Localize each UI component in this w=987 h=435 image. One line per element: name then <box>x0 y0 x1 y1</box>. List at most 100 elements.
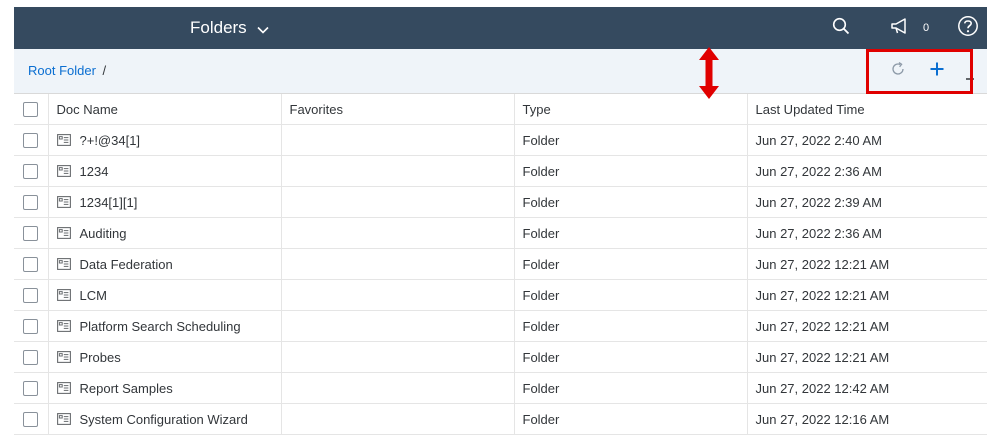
row-checkbox[interactable] <box>23 133 39 149</box>
favorites-cell <box>281 217 515 249</box>
highlight-box <box>866 49 973 94</box>
last-updated-cell: Jun 27, 2022 12:42 AM <box>747 372 987 404</box>
row-select-cell <box>14 155 49 187</box>
table-body: ?+!@34[1] Folder Jun 27, 2022 2:40 AM 1234 F… <box>14 124 987 435</box>
type-cell: Folder <box>514 372 748 404</box>
row-checkbox[interactable] <box>23 257 39 273</box>
table-row[interactable]: ?+!@34[1] Folder Jun 27, 2022 2:40 AM <box>14 124 987 156</box>
doc-name-cell[interactable]: Report Samples <box>48 372 282 404</box>
doc-name[interactable]: System Configuration Wizard <box>80 412 248 427</box>
table-row[interactable]: Data Federation Folder Jun 27, 2022 12:21 … <box>14 248 987 280</box>
doc-name-cell[interactable]: Platform Search Scheduling <box>48 310 282 342</box>
app-shell: Folders 0 Root Folder / Doc Name Favorit… <box>14 0 987 435</box>
favorites-cell <box>281 279 515 311</box>
table-row[interactable]: Auditing Folder Jun 27, 2022 2:36 AM <box>14 217 987 249</box>
select-all-cell <box>14 94 49 125</box>
favorites-cell <box>281 341 515 373</box>
row-select-cell <box>14 310 49 342</box>
row-select-cell <box>14 217 49 249</box>
breadcrumb-root-link[interactable]: Root Folder <box>28 63 96 78</box>
breadcrumb-bar: Root Folder / <box>14 49 987 94</box>
notification-count: 0 <box>923 22 930 34</box>
folder-doc-icon <box>56 134 71 146</box>
doc-name-cell[interactable]: ?+!@34[1] <box>48 124 282 156</box>
row-checkbox[interactable] <box>23 195 39 211</box>
table-row[interactable]: 1234[1][1] Folder Jun 27, 2022 2:39 AM <box>14 186 987 218</box>
doc-name-cell[interactable]: LCM <box>48 279 282 311</box>
table-header-row: Doc Name Favorites Type Last Updated Tim… <box>14 94 987 125</box>
table-row[interactable]: LCM Folder Jun 27, 2022 12:21 AM <box>14 279 987 311</box>
table-row[interactable]: Platform Search Scheduling Folder Jun 27, … <box>14 310 987 342</box>
row-select-cell <box>14 124 49 156</box>
folder-doc-icon <box>56 289 71 301</box>
row-checkbox[interactable] <box>23 319 39 335</box>
type-cell: Folder <box>514 124 748 156</box>
doc-name[interactable]: Probes <box>80 350 121 365</box>
doc-name-cell[interactable]: Auditing <box>48 217 282 249</box>
column-header-favorites[interactable]: Favorites <box>281 94 515 125</box>
page-title: Folders <box>190 18 247 37</box>
table-row[interactable]: Report Samples Folder Jun 27, 2022 12:42 A… <box>14 372 987 404</box>
search-button[interactable] <box>832 7 850 49</box>
doc-name[interactable]: 1234 <box>80 164 109 179</box>
doc-name[interactable]: 1234[1][1] <box>80 195 138 210</box>
table-row[interactable]: 1234 Folder Jun 27, 2022 2:36 AM <box>14 155 987 187</box>
row-select-cell <box>14 341 49 373</box>
help-button[interactable] <box>957 7 979 49</box>
doc-name[interactable]: ?+!@34[1] <box>80 133 141 148</box>
favorites-cell <box>281 372 515 404</box>
select-all-checkbox[interactable] <box>23 102 39 118</box>
last-updated-cell: Jun 27, 2022 12:21 AM <box>747 279 987 311</box>
last-updated-cell: Jun 27, 2022 12:21 AM <box>747 310 987 342</box>
doc-name-cell[interactable]: Probes <box>48 341 282 373</box>
folder-doc-icon <box>56 382 71 394</box>
favorites-cell <box>281 403 515 435</box>
favorites-cell <box>281 155 515 187</box>
megaphone-icon <box>890 17 912 40</box>
folder-doc-icon <box>56 413 71 425</box>
last-updated-cell: Jun 27, 2022 12:16 AM <box>747 403 987 435</box>
row-checkbox[interactable] <box>23 164 39 180</box>
type-cell: Folder <box>514 279 748 311</box>
row-select-cell <box>14 279 49 311</box>
search-icon <box>832 17 850 40</box>
notifications-button[interactable] <box>890 7 912 49</box>
column-header-type[interactable]: Type <box>514 94 748 125</box>
row-select-cell <box>14 403 49 435</box>
last-updated-cell: Jun 27, 2022 2:39 AM <box>747 186 987 218</box>
row-checkbox[interactable] <box>23 350 39 366</box>
table-row[interactable]: System Configuration Wizard Folder Jun 27,… <box>14 403 987 435</box>
row-checkbox[interactable] <box>23 288 39 304</box>
doc-name[interactable]: Data Federation <box>80 257 173 272</box>
doc-name[interactable]: LCM <box>80 288 107 303</box>
breadcrumb-separator: / <box>102 63 107 78</box>
column-header-last-updated[interactable]: Last Updated Time <box>747 94 987 125</box>
favorites-cell <box>281 124 515 156</box>
folders-title-dropdown[interactable]: Folders <box>190 7 269 49</box>
doc-name[interactable]: Report Samples <box>80 381 173 396</box>
row-checkbox[interactable] <box>23 381 39 397</box>
breadcrumb: Root Folder / <box>28 49 106 93</box>
table-row[interactable]: Probes Folder Jun 27, 2022 12:21 AM <box>14 341 987 373</box>
row-select-cell <box>14 372 49 404</box>
folder-doc-icon <box>56 258 71 270</box>
row-checkbox[interactable] <box>23 412 39 428</box>
doc-name[interactable]: Auditing <box>80 226 127 241</box>
folder-doc-icon <box>56 196 71 208</box>
type-cell: Folder <box>514 248 748 280</box>
type-cell: Folder <box>514 310 748 342</box>
folder-doc-icon <box>56 351 71 363</box>
doc-name-cell[interactable]: 1234 <box>48 155 282 187</box>
doc-name-cell[interactable]: 1234[1][1] <box>48 186 282 218</box>
doc-name-cell[interactable]: System Configuration Wizard <box>48 403 282 435</box>
folder-doc-icon <box>56 227 71 239</box>
help-icon <box>957 15 979 42</box>
last-updated-cell: Jun 27, 2022 12:21 AM <box>747 248 987 280</box>
doc-name-cell[interactable]: Data Federation <box>48 248 282 280</box>
type-cell: Folder <box>514 155 748 187</box>
column-header-doc-name[interactable]: Doc Name <box>48 94 282 125</box>
folder-doc-icon <box>56 165 71 177</box>
doc-name[interactable]: Platform Search Scheduling <box>80 319 241 334</box>
row-checkbox[interactable] <box>23 226 39 242</box>
type-cell: Folder <box>514 217 748 249</box>
